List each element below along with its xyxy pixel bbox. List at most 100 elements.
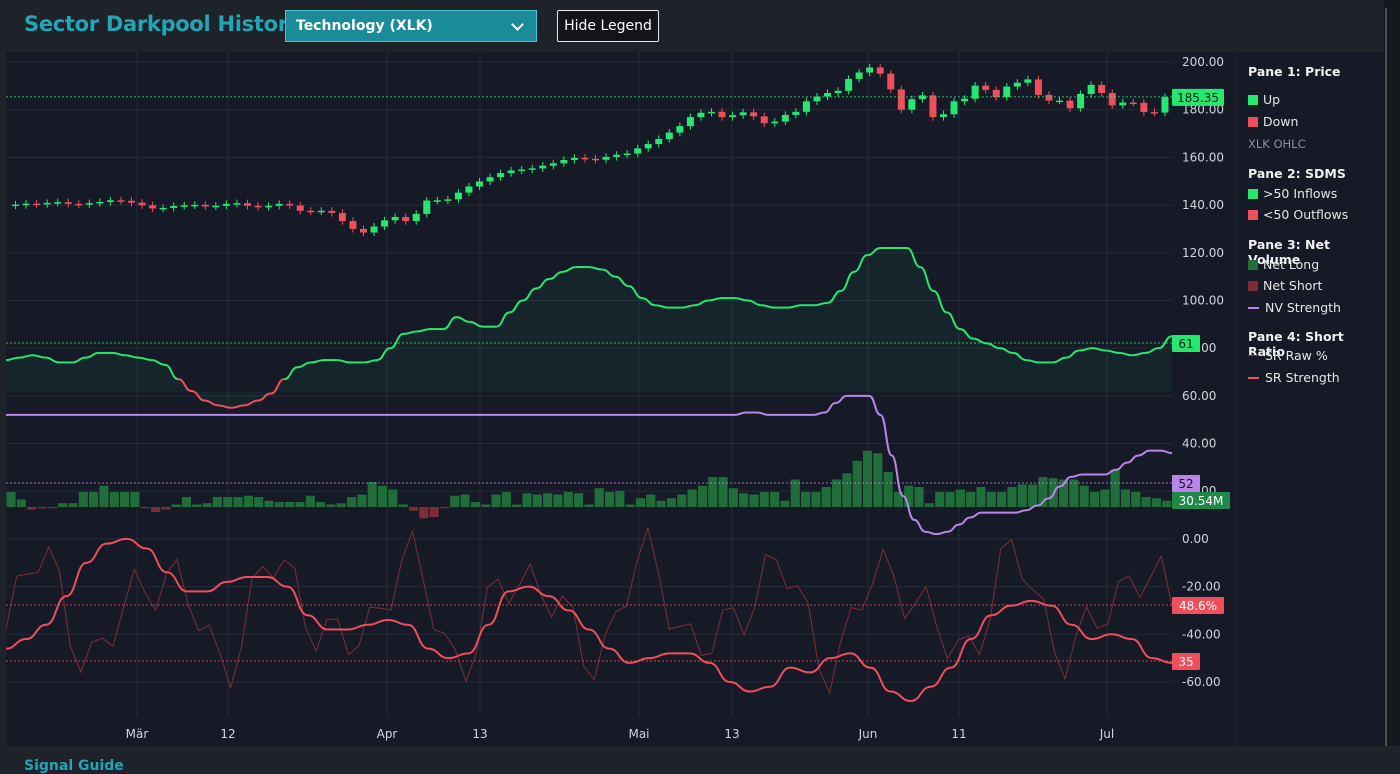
net-volume-bar (677, 494, 687, 507)
legend-net-short[interactable]: Net Short (1248, 278, 1322, 293)
legend-net-long[interactable]: Net Long (1248, 257, 1319, 272)
sector-dropdown-value: Technology (XLK) (296, 18, 433, 34)
price-badge: 185.35 (1177, 91, 1219, 105)
net-volume-bar (6, 492, 16, 507)
y-tick-label: 60.00 (1182, 389, 1216, 403)
legend-inflows-label: >50 Inflows (1263, 186, 1338, 201)
net-volume-bar (656, 500, 666, 507)
net-volume-bar (790, 479, 800, 507)
legend-up[interactable]: Up (1248, 92, 1280, 107)
candle-body (149, 205, 157, 209)
net-volume-bar (512, 504, 522, 507)
net-volume-bar (274, 502, 284, 507)
legend-down[interactable]: Down (1248, 114, 1298, 129)
candle-body (476, 181, 483, 187)
candle-body (1129, 102, 1137, 105)
candle-body (539, 165, 547, 169)
sr-strength-line (5, 537, 1173, 703)
y-tick-label: 0.00 (1182, 532, 1209, 546)
candle-body (655, 139, 663, 145)
candle-body (307, 210, 315, 213)
candle-body (75, 203, 83, 206)
candle-body (159, 207, 167, 210)
net-volume-bar (728, 488, 738, 507)
net-volume-bar (130, 492, 140, 507)
net-volume-bar (604, 492, 615, 507)
candle-body (961, 98, 969, 102)
candle-body (708, 111, 715, 114)
net-volume-bar (460, 494, 470, 507)
candle-body (1087, 84, 1095, 94)
legend-sr-strength[interactable]: SR Strength (1248, 370, 1340, 385)
page-scrollbar[interactable] (1384, 0, 1400, 767)
x-tick-label: Mär (126, 727, 149, 741)
legend-sr-label: SR Strength (1265, 370, 1340, 385)
net-volume-bar (831, 479, 842, 507)
chart-area[interactable]: 200.00180.00160.00140.00120.00100.0080.0… (5, 52, 1235, 746)
net-volume-bar (285, 502, 295, 507)
net-volume-bar (450, 495, 460, 507)
net-volume-bar (883, 472, 893, 507)
candle-body (982, 85, 990, 90)
candle-body (412, 213, 420, 222)
scrollbar-thumb[interactable] (1385, 8, 1387, 754)
chevron-down-icon (511, 18, 524, 31)
signal-guide-link[interactable]: Signal Guide (24, 758, 124, 774)
x-tick-label: 11 (951, 727, 966, 741)
candle-body (444, 199, 452, 201)
candle-body (1003, 86, 1011, 98)
legend-net-long-label: Net Long (1263, 257, 1320, 272)
candle-body (549, 163, 557, 166)
candle-body (254, 205, 262, 208)
up-swatch-icon (1248, 94, 1258, 105)
candle-body (771, 121, 779, 124)
candle-body (1161, 97, 1169, 113)
net-volume-bar (223, 497, 233, 507)
candle-body (644, 144, 652, 149)
net-volume-bar (780, 500, 790, 507)
candle-body (845, 78, 853, 91)
candle-body (33, 203, 41, 206)
candle-body (1098, 84, 1106, 93)
net-volume-bars (6, 450, 1172, 519)
legend-inflows[interactable]: >50 Inflows (1248, 186, 1337, 201)
candle-body (1056, 100, 1063, 103)
legend-sr-raw[interactable]: SR Raw % (1248, 348, 1328, 363)
candle-body (106, 200, 114, 202)
net-volume-bar (966, 492, 976, 507)
legend-nv-strength[interactable]: NV Strength (1248, 300, 1341, 315)
candle-body (286, 203, 294, 206)
indicator-lines (5, 246, 1173, 703)
net-volume-bar (924, 503, 934, 507)
candle-body (1108, 92, 1116, 106)
net-volume-bar (243, 495, 253, 507)
nv-strength-line (6, 394, 1173, 536)
footer-bar: Signal Guide (0, 746, 1400, 774)
candle-body (349, 221, 357, 229)
net-volume-bar (1007, 487, 1017, 507)
candle-body (750, 112, 758, 117)
net-volume-bar (986, 492, 996, 507)
net-volume-bar (687, 489, 697, 507)
net-volume-bar (254, 497, 264, 507)
candle-body (866, 67, 874, 73)
net-volume-bar (646, 494, 656, 507)
net-volume-bar (192, 504, 202, 507)
y-tick-label: 120.00 (1182, 246, 1224, 260)
candle-body (1077, 93, 1085, 109)
net-volume-bar (635, 498, 646, 507)
net-volume-bar (997, 492, 1007, 507)
net-volume-bar (625, 504, 635, 507)
net-volume-bar (367, 482, 377, 507)
hide-legend-button[interactable]: Hide Legend (557, 10, 659, 42)
candle-body (834, 90, 842, 93)
legend-outflows[interactable]: <50 Outflows (1248, 207, 1348, 222)
candle-body (180, 205, 188, 207)
legend-down-label: Down (1263, 114, 1299, 129)
net-volume-bar (326, 504, 336, 507)
sector-dropdown[interactable]: Technology (XLK) (285, 10, 537, 42)
net-volume-bar (16, 499, 26, 507)
net-volume-bar (594, 488, 604, 507)
net-volume-bar (862, 450, 873, 507)
net-volume-bar (739, 493, 749, 507)
